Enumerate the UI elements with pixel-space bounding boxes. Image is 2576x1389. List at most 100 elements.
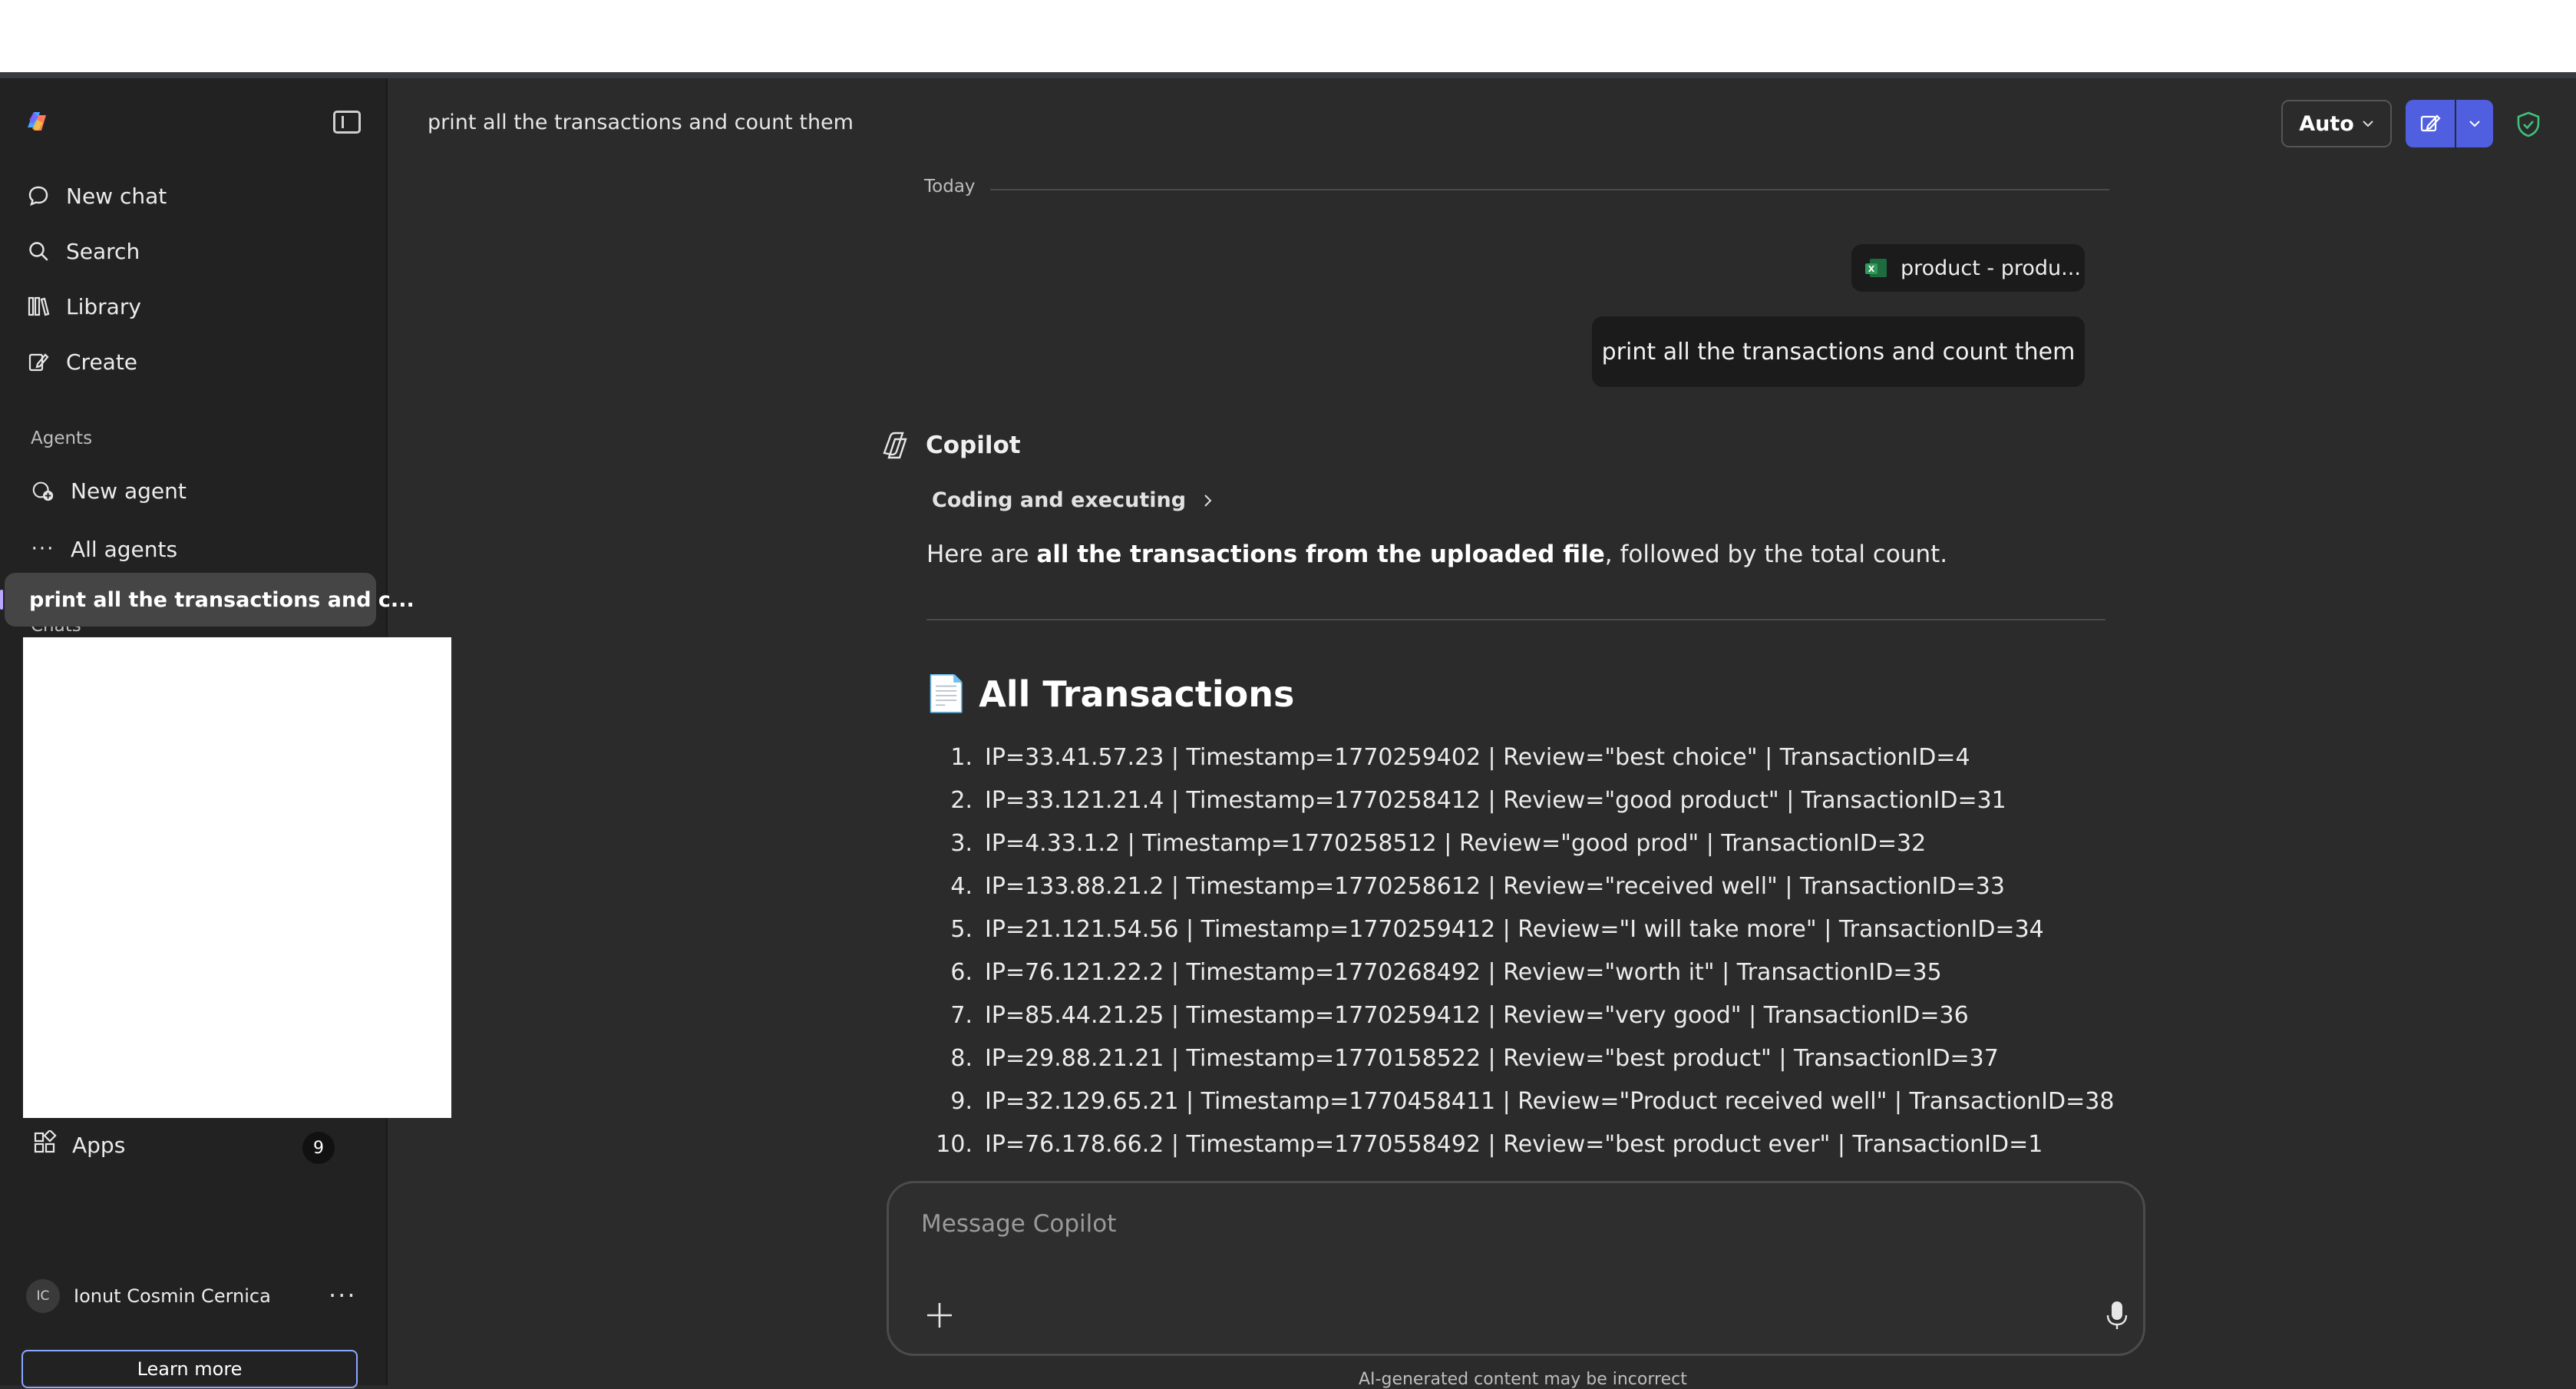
list-item: 8. IP=29.88.21.21 | Timestamp=1770158522 … (926, 1037, 2114, 1080)
chat-item-label: print all the transactions and c... (29, 587, 414, 612)
list-item: 7. IP=85.44.21.25 | Timestamp=1770259412 … (926, 994, 2114, 1037)
active-chat-indicator (0, 590, 3, 610)
nav-create[interactable]: Create (26, 342, 137, 381)
svg-text:X: X (1868, 264, 1875, 274)
nav-label: All agents (71, 536, 178, 562)
message-input[interactable] (920, 1206, 1997, 1242)
transactions-heading-text: All Transactions (979, 673, 1295, 715)
message-composer (887, 1181, 2145, 1356)
list-number: 10. (936, 1130, 973, 1158)
collapse-sidebar-icon[interactable] (333, 111, 361, 134)
list-item: 5. IP=21.121.54.56 | Timestamp=1770259412… (926, 908, 2114, 951)
transaction-text: IP=29.88.21.21 | Timestamp=1770158522 | … (985, 1044, 1999, 1072)
copilot-logo-icon[interactable] (21, 106, 52, 137)
document-icon: 📄 (924, 673, 969, 714)
nav-label: Search (66, 238, 140, 264)
transactions-list: 1. IP=33.41.57.23 | Timestamp=1770259402 … (926, 736, 2114, 1166)
nav-label: Create (66, 349, 138, 375)
apps-count-badge: 9 (302, 1132, 335, 1164)
nav-label: New agent (71, 478, 187, 504)
chat-bubble-icon (26, 184, 51, 208)
transaction-text: IP=21.121.54.56 | Timestamp=1770259412 |… (985, 915, 2044, 943)
nav-library[interactable]: Library (26, 287, 141, 326)
list-number: 3. (950, 829, 973, 857)
list-number: 1. (950, 743, 973, 771)
learn-more-button[interactable]: Learn more (21, 1350, 358, 1388)
redacted-chat-list (23, 637, 451, 1118)
nav-apps[interactable]: Apps (32, 1126, 125, 1164)
nav-all-agents[interactable]: ··· All agents (31, 530, 178, 568)
list-item: 1. IP=33.41.57.23 | Timestamp=1770259402 … (926, 736, 2114, 779)
browser-top-edge (0, 72, 2576, 78)
nav-new-agent[interactable]: New agent (31, 471, 187, 510)
user-message-text: print all the transactions and count the… (1601, 338, 2076, 365)
list-item: 6. IP=76.121.22.2 | Timestamp=1770268492 … (926, 951, 2114, 994)
assistant-name: Copilot (926, 432, 1021, 459)
list-number: 2. (950, 786, 973, 814)
transaction-text: IP=76.178.66.2 | Timestamp=1770558492 | … (985, 1130, 2043, 1158)
agents-section-label: Agents (31, 428, 93, 448)
list-item: 3. IP=4.33.1.2 | Timestamp=1770258512 | R… (926, 822, 2114, 865)
chat-item-active[interactable]: print all the transactions and c... (5, 573, 414, 627)
list-item: 10. IP=76.178.66.2 | Timestamp=1770558492… (926, 1123, 2114, 1166)
copilot-assistant-icon (883, 432, 907, 459)
transaction-text: IP=85.44.21.25 | Timestamp=1770259412 | … (985, 1001, 1969, 1029)
nav-new-chat[interactable]: New chat (26, 177, 167, 215)
response-divider (926, 619, 2105, 620)
conversation-title: print all the transactions and count the… (428, 111, 854, 134)
user-message-bubble: print all the transactions and count the… (1592, 316, 2085, 387)
user-more-icon[interactable]: ··· (329, 1281, 357, 1310)
mode-selector[interactable]: Auto (2281, 100, 2392, 147)
list-number: 7. (950, 1001, 973, 1029)
browser-top-bar (0, 0, 2576, 72)
chevron-down-icon (2363, 121, 2373, 127)
apps-label: Apps (72, 1132, 126, 1158)
list-number: 6. (950, 958, 973, 986)
transaction-text: IP=33.121.21.4 | Timestamp=1770258412 | … (985, 786, 2006, 814)
list-number: 5. (950, 915, 973, 943)
nav-label: New chat (66, 183, 167, 209)
intro-suffix: , followed by the total count. (1604, 541, 1948, 568)
transaction-text: IP=76.121.22.2 | Timestamp=1770268492 | … (985, 958, 1942, 986)
more-dots-icon: ··· (31, 537, 55, 561)
chevron-right-icon (1204, 494, 1212, 507)
nav-search[interactable]: Search (26, 232, 140, 270)
attached-file-chip[interactable]: X product - produ... (1851, 244, 2085, 292)
list-number: 4. (950, 872, 973, 900)
date-separator-label: Today (924, 177, 976, 197)
create-icon (26, 349, 51, 374)
plus-icon[interactable] (923, 1298, 956, 1332)
new-chat-compose-button[interactable] (2406, 100, 2455, 147)
list-item: 9. IP=32.129.65.21 | Timestamp=1770458411… (926, 1080, 2114, 1123)
execution-status-label: Coding and executing (932, 488, 1187, 512)
microphone-icon[interactable] (2102, 1297, 2132, 1334)
mode-label: Auto (2299, 111, 2354, 136)
transaction-text: IP=32.129.65.21 | Timestamp=1770458411 |… (985, 1087, 2115, 1115)
chevron-down-icon (2469, 121, 2480, 127)
user-profile[interactable]: IC Ionut Cosmin Cernica (26, 1279, 271, 1313)
shield-check-icon[interactable] (2515, 111, 2542, 138)
transaction-text: IP=4.33.1.2 | Timestamp=1770258512 | Rev… (985, 829, 1927, 857)
execution-status-toggle[interactable]: Coding and executing (932, 488, 1212, 512)
apps-icon (32, 1128, 57, 1160)
nav-label: Library (66, 293, 141, 319)
user-name: Ionut Cosmin Cernica (74, 1285, 271, 1307)
transactions-heading: 📄 All Transactions (924, 673, 1294, 715)
assistant-intro-text: Here are all the transactions from the u… (926, 541, 1947, 568)
list-item: 4. IP=133.88.21.2 | Timestamp=1770258612 … (926, 865, 2114, 908)
library-icon (26, 294, 51, 319)
file-name: product - produ... (1901, 256, 2081, 280)
transaction-text: IP=33.41.57.23 | Timestamp=1770259402 | … (985, 743, 1970, 771)
compose-options-button[interactable] (2456, 100, 2493, 147)
list-number: 8. (950, 1044, 973, 1072)
list-number: 9. (950, 1087, 973, 1115)
excel-file-icon: X (1865, 259, 1887, 277)
intro-prefix: Here are (926, 541, 1037, 568)
ai-disclaimer: AI-generated content may be incorrect (1359, 1370, 1687, 1389)
list-item: 2. IP=33.121.21.4 | Timestamp=1770258412 … (926, 779, 2114, 822)
new-agent-icon (31, 478, 55, 503)
compose-icon (2420, 114, 2441, 132)
date-separator-line (990, 189, 2109, 190)
avatar: IC (26, 1279, 60, 1313)
intro-bold: all the transactions from the uploaded f… (1036, 541, 1605, 568)
